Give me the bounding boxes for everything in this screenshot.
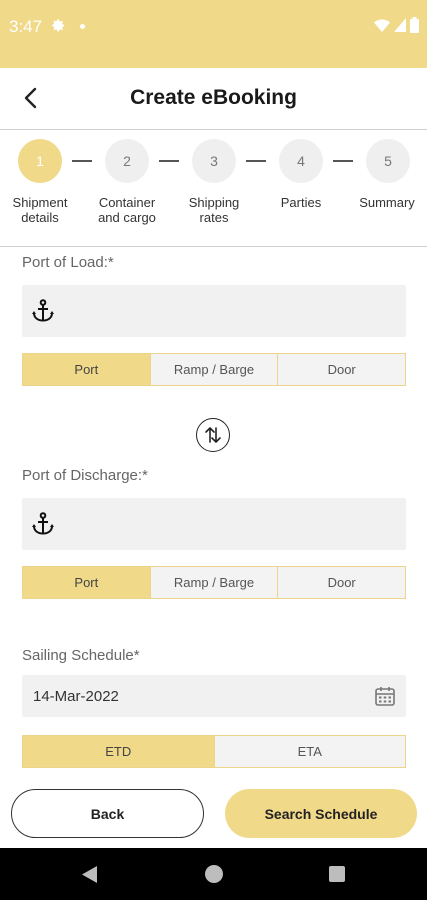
port-of-discharge-option-port[interactable]: Port <box>23 567 151 598</box>
step-connector <box>72 160 92 162</box>
screen: 3:47 Create eBooking 1 2 3 4 5 Shipment … <box>0 0 427 900</box>
stepper: 1 2 3 4 5 Shipment details Container and… <box>0 131 427 247</box>
port-of-load-label: Port of Load:* <box>22 254 114 271</box>
step-4-label: Parties <box>280 195 322 210</box>
step-5-label: Summary <box>359 195 415 210</box>
status-bar: 3:47 <box>0 0 427 68</box>
step-4-circle[interactable]: 4 <box>279 139 323 183</box>
step-connector <box>333 160 353 162</box>
battery-icon <box>410 17 419 33</box>
notification-dot-icon <box>80 24 85 29</box>
step-connector <box>159 160 179 162</box>
page-title: Create eBooking <box>130 86 297 109</box>
status-icons <box>374 17 419 33</box>
port-of-load-option-ramp-barge[interactable]: Ramp / Barge <box>150 354 279 385</box>
anchor-icon <box>32 299 54 322</box>
sailing-date-field[interactable]: 14-Mar-2022 <box>22 675 406 717</box>
gear-icon <box>52 19 65 32</box>
sailing-schedule-label: Sailing Schedule* <box>22 647 140 664</box>
status-time: 3:47 <box>9 17 43 36</box>
back-button[interactable]: Back <box>11 789 204 838</box>
nav-home-icon[interactable] <box>205 865 223 883</box>
port-of-load-option-door[interactable]: Door <box>278 354 406 385</box>
search-schedule-button[interactable]: Search Schedule <box>225 789 417 838</box>
port-of-discharge-option-door[interactable]: Door <box>278 567 406 598</box>
port-of-load-option-port[interactable]: Port <box>23 354 151 385</box>
schedule-option-eta[interactable]: ETA <box>214 736 405 767</box>
anchor-icon <box>32 512 54 535</box>
step-3-label: Shipping rates <box>188 195 240 225</box>
step-2-label: Container and cargo <box>98 195 156 225</box>
port-of-discharge-input[interactable] <box>22 498 406 550</box>
nav-recents-icon[interactable] <box>329 866 345 882</box>
sailing-date-value: 14-Mar-2022 <box>33 688 119 705</box>
step-3-circle[interactable]: 3 <box>192 139 236 183</box>
calendar-icon[interactable] <box>374 685 396 707</box>
step-1-circle[interactable]: 1 <box>18 139 62 183</box>
step-5-circle[interactable]: 5 <box>366 139 410 183</box>
app-bar: Create eBooking <box>0 68 427 130</box>
step-2-circle[interactable]: 2 <box>105 139 149 183</box>
system-nav-bar <box>0 848 427 900</box>
wifi-icon <box>374 19 390 32</box>
swap-icon <box>205 427 221 443</box>
port-of-load-input[interactable] <box>22 285 406 337</box>
swap-ports-button[interactable] <box>196 418 230 452</box>
nav-back-icon[interactable] <box>82 866 98 883</box>
schedule-type-selector: ETD ETA <box>22 735 406 768</box>
step-1-label: Shipment details <box>12 195 68 225</box>
port-of-load-type-selector: Port Ramp / Barge Door <box>22 353 406 386</box>
port-of-discharge-label: Port of Discharge:* <box>22 467 148 484</box>
signal-icon <box>394 18 406 32</box>
step-connector <box>246 160 266 162</box>
schedule-option-etd[interactable]: ETD <box>23 736 215 767</box>
port-of-discharge-type-selector: Port Ramp / Barge Door <box>22 566 406 599</box>
port-of-discharge-option-ramp-barge[interactable]: Ramp / Barge <box>150 567 279 598</box>
